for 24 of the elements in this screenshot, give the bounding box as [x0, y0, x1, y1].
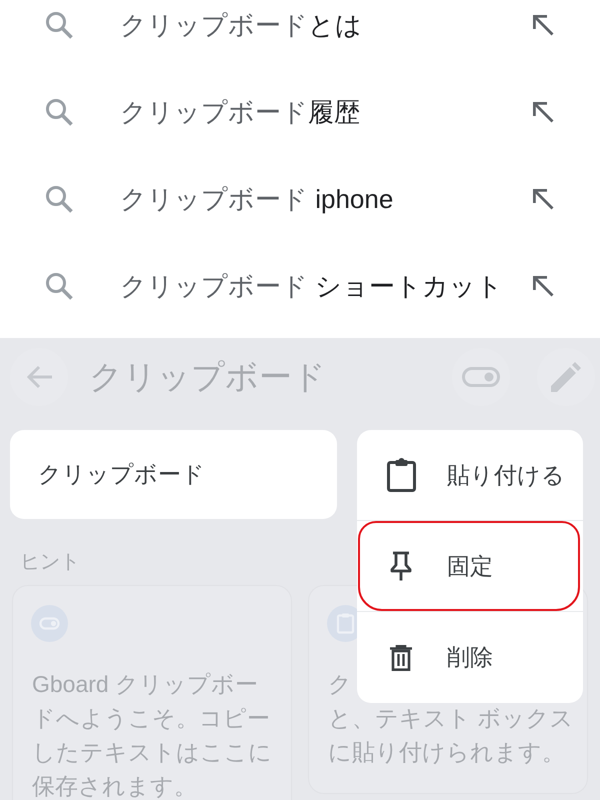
- arrow-up-left-icon[interactable]: [532, 188, 554, 210]
- clipboard-icon: [386, 458, 416, 492]
- pin-icon: [390, 551, 412, 581]
- search-icon: [45, 272, 73, 300]
- menu-item[interactable]: 固定: [358, 521, 580, 611]
- toggle-icon: [462, 367, 500, 387]
- clip-card[interactable]: クリップボード: [10, 430, 337, 519]
- toolbar-title: クリップボード: [89, 356, 326, 396]
- arrow-up-left-icon[interactable]: [532, 101, 554, 123]
- arrow-up-left-icon[interactable]: [532, 14, 554, 36]
- suggestion-text[interactable]: クリップボード iphone: [120, 182, 394, 216]
- suggestion-text[interactable]: クリップボード ショートカット: [120, 268, 504, 304]
- search-icon: [45, 185, 73, 213]
- arrow-up-left-icon[interactable]: [532, 275, 554, 297]
- section-heading: ヒント: [20, 550, 80, 575]
- search-icon: [45, 11, 73, 39]
- search-icon: [45, 98, 73, 126]
- pencil-icon: [551, 362, 581, 392]
- hint-text: Gboard クリップボー ドへようこそ。コピー したテキストはここに 保存されます。: [32, 670, 272, 800]
- back-arrow-icon: [26, 365, 52, 389]
- menu-item[interactable]: 貼り付ける: [358, 430, 580, 520]
- suggestion-text[interactable]: クリップボード履歴: [120, 94, 360, 130]
- suggestion-text[interactable]: クリップボード とは: [120, 8, 362, 42]
- trash-icon: [390, 644, 412, 670]
